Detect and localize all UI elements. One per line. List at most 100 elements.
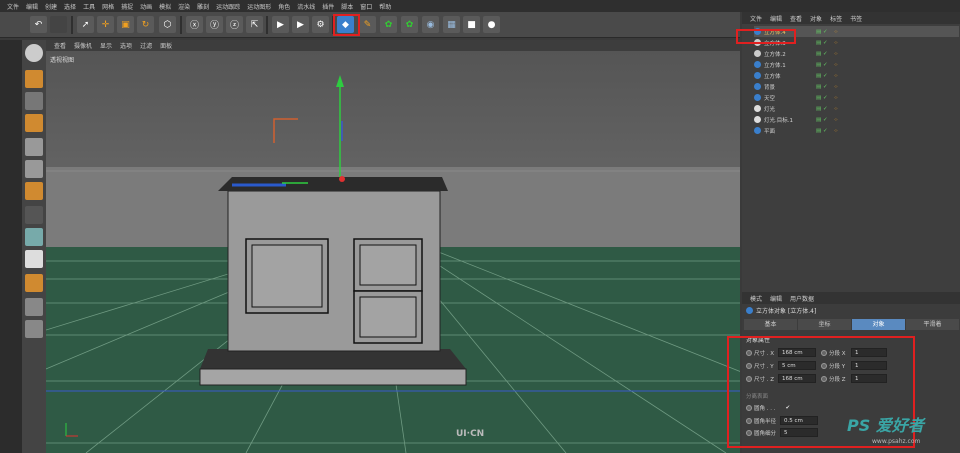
pen-icon[interactable]: ✎ [359,16,376,33]
menu-item[interactable]: 渲染 [178,2,190,11]
edges-mode-icon[interactable] [25,160,43,178]
tag-icon[interactable]: ⁘ [834,51,839,57]
object-row[interactable]: 天空 ▤ ✓ ⁘ [754,92,959,103]
visibility-icon[interactable]: ▤ ✓ [816,84,828,90]
object-row[interactable]: 立方体 ▤ ✓ ⁘ [754,70,959,81]
object-row[interactable]: 立方体.2 ▤ ✓ ⁘ [754,48,959,59]
points-mode-icon[interactable] [25,138,43,156]
menu-item[interactable]: 创建 [45,2,57,11]
object-row[interactable]: 灯光 ▤ ✓ ⁘ [754,103,959,114]
object-manager-menu-item[interactable]: 文件 [750,14,762,23]
deformer-icon[interactable]: ✿ [401,16,418,33]
mode-icon[interactable] [25,44,43,62]
visibility-icon[interactable]: ▤ ✓ [816,95,828,101]
attributes-tab[interactable]: 对象 [852,319,905,330]
undo-icon[interactable]: ↶ [30,16,47,33]
menu-item[interactable]: 网格 [102,2,114,11]
visibility-icon[interactable]: ▤ ✓ [816,62,828,68]
light-icon[interactable]: ● [483,16,500,33]
solo-icon[interactable] [25,250,43,268]
tag-icon[interactable]: ⁘ [834,128,839,134]
visibility-icon[interactable]: ▤ ✓ [816,73,828,79]
tag-icon[interactable]: ⁘ [834,84,839,90]
tag-icon[interactable]: ⁘ [834,62,839,68]
tag-icon[interactable]: ⁘ [834,29,839,35]
attributes-menu-item[interactable]: 用户数据 [790,294,814,303]
menu-item[interactable]: 运动跟踪 [216,2,240,11]
visibility-icon[interactable]: ▤ ✓ [816,106,828,112]
menu-item[interactable]: 脚本 [341,2,353,11]
attributes-menu-item[interactable]: 模式 [750,294,762,303]
tag-icon[interactable]: ⁘ [834,106,839,112]
environment-icon[interactable]: ◉ [422,16,439,33]
render-view-icon[interactable]: ▶ [272,16,289,33]
viewport-menu-item[interactable]: 面板 [160,41,172,50]
object-row[interactable]: 立方体.1 ▤ ✓ ⁘ [754,59,959,70]
viewport-menu-item[interactable]: 选项 [120,41,132,50]
render-picture-icon[interactable]: ▶ [292,16,309,33]
menu-item[interactable]: 流水线 [297,2,315,11]
lock-icon[interactable] [25,320,43,338]
floor-icon[interactable]: ▦ [443,16,460,33]
object-manager-menu-item[interactable]: 书签 [850,14,862,23]
attributes-tab[interactable]: 坐标 [798,319,851,330]
size-field[interactable]: 168 cm [778,374,816,383]
menu-item[interactable]: 模拟 [159,2,171,11]
snap-icon[interactable] [25,228,43,246]
object-row[interactable]: 平面 ▤ ✓ ⁘ [754,125,959,136]
menu-item[interactable]: 编辑 [26,2,38,11]
tag-icon[interactable]: ⁘ [834,117,839,123]
object-row[interactable]: 背景 ▤ ✓ ⁘ [754,81,959,92]
rotate-tool-icon[interactable]: ↻ [137,16,154,33]
object-manager-menu-item[interactable]: 标签 [830,14,842,23]
menu-item[interactable]: 窗口 [360,2,372,11]
subdivision-icon[interactable]: ✿ [380,16,397,33]
coord-system-icon[interactable]: ⇱ [246,16,263,33]
z-axis-icon[interactable]: ⓩ [226,16,243,33]
size-field[interactable]: 5 cm [778,361,816,370]
x-axis-icon[interactable]: ⓧ [186,16,203,33]
menu-item[interactable]: 插件 [322,2,334,11]
model-mode-icon[interactable] [25,70,43,88]
menu-item[interactable]: 工具 [83,2,95,11]
texture-mode-icon[interactable] [25,92,43,110]
menu-item[interactable]: 运动图形 [247,2,271,11]
polygons-mode-icon[interactable] [25,182,43,200]
attributes-menu-item[interactable]: 编辑 [770,294,782,303]
camera-icon[interactable]: ■ [463,16,480,33]
workplane-icon[interactable] [25,114,43,132]
menu-item[interactable]: 动画 [140,2,152,11]
last-tool-icon[interactable]: ⬡ [159,16,176,33]
move-tool-icon[interactable]: ✛ [97,16,114,33]
object-manager-menu-item[interactable]: 编辑 [770,14,782,23]
attributes-tab[interactable]: 平滑着 [906,319,959,330]
size-field[interactable]: 168 cm [778,348,816,357]
menu-item[interactable]: 角色 [278,2,290,11]
scale-tool-icon[interactable]: ▣ [117,16,134,33]
menu-item[interactable]: 帮助 [379,2,391,11]
menu-item[interactable]: 文件 [7,2,19,11]
magnet-icon[interactable] [25,274,43,292]
grid-icon[interactable] [25,298,43,316]
visibility-icon[interactable]: ▤ ✓ [816,117,828,123]
object-manager-menu-item[interactable]: 对象 [810,14,822,23]
visibility-icon[interactable]: ▤ ✓ [816,40,828,46]
tag-icon[interactable]: ⁘ [834,73,839,79]
viewport-menu-item[interactable]: 查看 [54,41,66,50]
viewport-menu-item[interactable]: 过滤 [140,41,152,50]
select-tool-icon[interactable]: ➚ [77,16,94,33]
segment-field[interactable]: 1 [851,374,887,383]
attributes-tab[interactable]: 基本 [744,319,797,330]
viewport-menu-item[interactable]: 显示 [100,41,112,50]
visibility-icon[interactable]: ▤ ✓ [816,128,828,134]
segment-field[interactable]: 1 [851,348,887,357]
menu-item[interactable]: 捕捉 [121,2,133,11]
menu-item[interactable]: 雕刻 [197,2,209,11]
y-axis-icon[interactable]: ⓨ [206,16,223,33]
tag-icon[interactable]: ⁘ [834,95,839,101]
visibility-icon[interactable]: ▤ ✓ [816,29,828,35]
render-settings-icon[interactable]: ⚙ [312,16,329,33]
object-manager-menu-item[interactable]: 查看 [790,14,802,23]
menu-item[interactable]: 选择 [64,2,76,11]
object-row[interactable]: 灯光.目标.1 ▤ ✓ ⁘ [754,114,959,125]
